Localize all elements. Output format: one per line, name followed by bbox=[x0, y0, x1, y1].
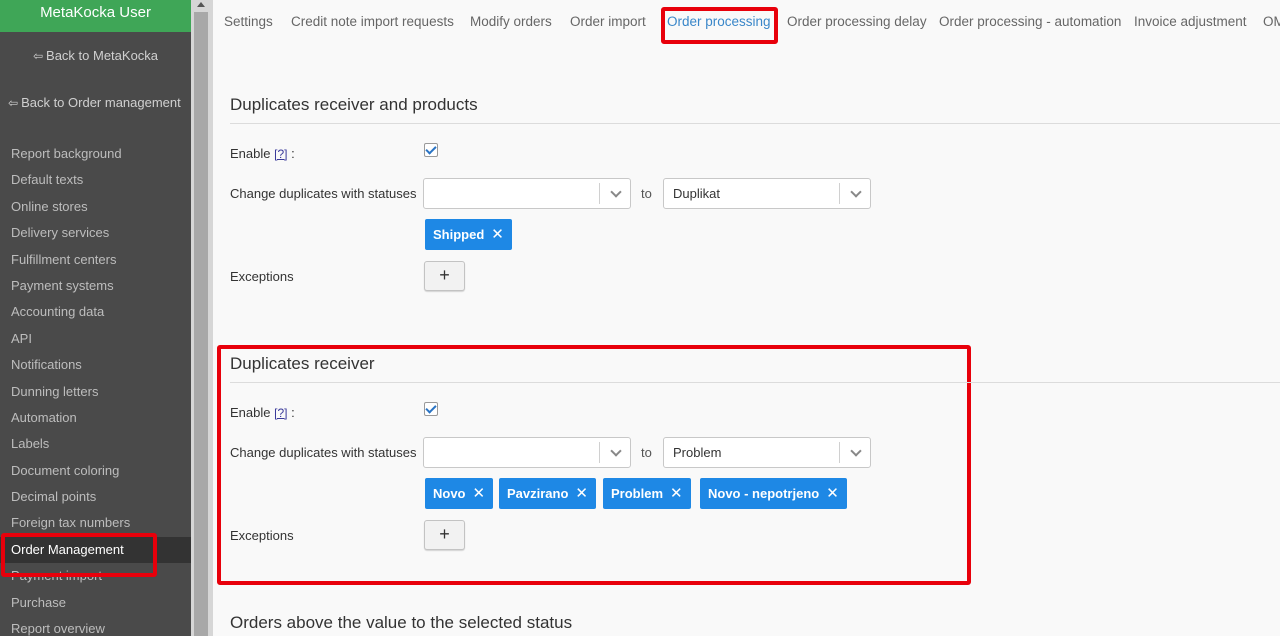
sidebar: MetaKocka User ⇦ Back to MetaKocka ⇦ Back … bbox=[0, 0, 191, 636]
status-tag-label: Novo - nepotrjeno bbox=[708, 486, 820, 501]
sidebar-item-notifications[interactable]: Notifications bbox=[0, 352, 191, 378]
close-icon[interactable]: ✕ bbox=[670, 485, 683, 502]
main-content: Settings Credit note import requests Mod… bbox=[213, 0, 1280, 636]
section-title-duplicates-receiver-products: Duplicates receiver and products bbox=[230, 95, 478, 114]
tab-om[interactable]: OM bbox=[1263, 14, 1280, 29]
sidebar-item-decimal-points[interactable]: Decimal points bbox=[0, 484, 191, 510]
sidebar-item-api[interactable]: API bbox=[0, 326, 191, 352]
enable-label-colon: : bbox=[291, 146, 295, 161]
sign-out-icon: ⇦ bbox=[8, 96, 19, 110]
back-to-metakocka-label: Back to MetaKocka bbox=[46, 48, 159, 63]
select-separator bbox=[599, 183, 600, 204]
sidebar-item-payment-systems[interactable]: Payment systems bbox=[0, 273, 191, 299]
add-exception-button[interactable]: + bbox=[424, 520, 465, 550]
section-divider bbox=[230, 382, 1280, 383]
exceptions-label: Exceptions bbox=[230, 269, 294, 284]
sidebar-scrollbar[interactable] bbox=[191, 0, 213, 636]
back-to-metakocka-link[interactable]: ⇦ Back to MetaKocka bbox=[0, 48, 191, 63]
enable-checkbox[interactable] bbox=[424, 143, 438, 157]
section-divider bbox=[230, 123, 1280, 124]
sidebar-item-report-overview[interactable]: Report overview bbox=[0, 616, 191, 636]
chevron-down-icon[interactable] bbox=[850, 445, 862, 457]
exceptions-label: Exceptions bbox=[230, 528, 294, 543]
sidebar-item-automation[interactable]: Automation bbox=[0, 405, 191, 431]
change-duplicates-label: Change duplicates with statuses bbox=[230, 445, 417, 460]
tab-invoice-adjustment[interactable]: Invoice adjustment bbox=[1134, 14, 1247, 29]
tab-order-import[interactable]: Order import bbox=[570, 14, 646, 29]
sidebar-item-fulfillment-centers[interactable]: Fulfillment centers bbox=[0, 247, 191, 273]
sidebar-item-default-texts[interactable]: Default texts bbox=[0, 167, 191, 193]
back-to-order-management-label: Back to Order management bbox=[21, 95, 181, 110]
help-link[interactable]: [?] bbox=[274, 147, 287, 161]
change-duplicates-label: Change duplicates with statuses bbox=[230, 186, 417, 201]
sidebar-item-order-management[interactable]: Order Management bbox=[0, 532, 191, 578]
sidebar-item-purchase[interactable]: Purchase bbox=[0, 590, 191, 616]
to-label: to bbox=[641, 186, 652, 201]
scrollbar-thumb[interactable] bbox=[194, 12, 208, 636]
enable-label: Enable [?] : bbox=[230, 146, 295, 161]
tab-settings[interactable]: Settings bbox=[224, 14, 273, 29]
select-separator bbox=[599, 442, 600, 463]
sidebar-item-accounting-data[interactable]: Accounting data bbox=[0, 299, 191, 325]
sidebar-item-report-background[interactable]: Report background bbox=[0, 141, 191, 167]
select-separator bbox=[839, 183, 840, 204]
sidebar-item-online-stores[interactable]: Online stores bbox=[0, 194, 191, 220]
to-status-select[interactable]: Duplikat bbox=[663, 178, 871, 209]
scroll-up-arrow-icon[interactable] bbox=[197, 2, 205, 7]
to-status-select[interactable]: Problem bbox=[663, 437, 871, 468]
status-tag: Pavzirano ✕ bbox=[499, 478, 596, 509]
sign-out-icon: ⇦ bbox=[32, 49, 44, 63]
from-status-select[interactable] bbox=[423, 178, 631, 209]
tab-credit-note-import-requests[interactable]: Credit note import requests bbox=[291, 14, 454, 29]
chevron-down-icon[interactable] bbox=[610, 186, 622, 198]
sidebar-item-labels[interactable]: Labels bbox=[0, 431, 191, 457]
sidebar-item-document-coloring[interactable]: Document coloring bbox=[0, 458, 191, 484]
sidebar-item-delivery-services[interactable]: Delivery services bbox=[0, 220, 191, 246]
section-title-duplicates-receiver: Duplicates receiver bbox=[230, 354, 375, 373]
to-status-value: Problem bbox=[673, 445, 722, 460]
enable-label-colon: : bbox=[291, 405, 295, 420]
sidebar-menu: Report background Default texts Online s… bbox=[0, 141, 191, 636]
status-tag: Shipped ✕ bbox=[425, 219, 512, 250]
help-link[interactable]: [?] bbox=[274, 406, 287, 420]
status-tag-label: Novo bbox=[433, 486, 466, 501]
tab-bar: Settings Credit note import requests Mod… bbox=[213, 0, 1280, 44]
section-title-orders-above-value: Orders above the value to the selected s… bbox=[230, 613, 573, 632]
status-tag-label: Pavzirano bbox=[507, 486, 569, 501]
status-tag: Novo - nepotrjeno ✕ bbox=[700, 478, 847, 509]
enable-checkbox[interactable] bbox=[424, 402, 438, 416]
tab-highlight-annotation bbox=[661, 7, 778, 44]
tab-modify-orders[interactable]: Modify orders bbox=[470, 14, 552, 29]
chevron-down-icon[interactable] bbox=[610, 445, 622, 457]
enable-label-text: Enable bbox=[230, 146, 271, 161]
close-icon[interactable]: ✕ bbox=[473, 485, 486, 502]
sidebar-user-title: MetaKocka User bbox=[0, 0, 191, 32]
sidebar-item-dunning-letters[interactable]: Dunning letters bbox=[0, 379, 191, 405]
chevron-down-icon[interactable] bbox=[850, 186, 862, 198]
status-tag-label: Problem bbox=[611, 486, 664, 501]
close-icon[interactable]: ✕ bbox=[575, 485, 588, 502]
back-to-order-management-link[interactable]: ⇦ Back to Order management bbox=[0, 95, 191, 110]
close-icon[interactable]: ✕ bbox=[826, 485, 839, 502]
add-exception-button[interactable]: + bbox=[424, 261, 465, 291]
status-tag: Novo ✕ bbox=[425, 478, 494, 509]
status-tag-label: Shipped bbox=[433, 227, 485, 242]
to-status-value: Duplikat bbox=[673, 186, 720, 201]
status-tag: Problem ✕ bbox=[603, 478, 691, 509]
close-icon[interactable]: ✕ bbox=[491, 226, 504, 243]
from-status-select[interactable] bbox=[423, 437, 631, 468]
select-separator bbox=[839, 442, 840, 463]
tab-order-processing-delay[interactable]: Order processing delay bbox=[787, 14, 927, 29]
tab-order-processing-automation[interactable]: Order processing - automation bbox=[939, 14, 1121, 29]
enable-label: Enable [?] : bbox=[230, 405, 295, 420]
enable-label-text: Enable bbox=[230, 405, 271, 420]
to-label: to bbox=[641, 445, 652, 460]
